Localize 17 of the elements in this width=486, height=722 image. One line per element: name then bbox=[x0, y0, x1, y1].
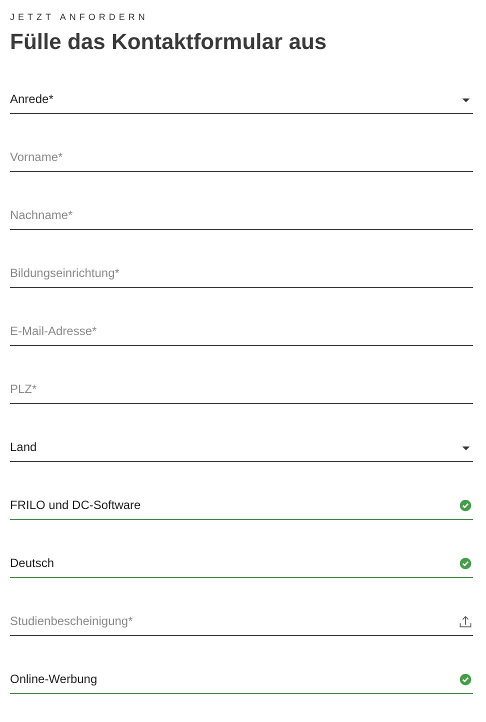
upload-icon bbox=[459, 615, 472, 628]
eyebrow-label: JETZT ANFORDERN bbox=[10, 11, 150, 22]
input-field[interactable]: PLZ* bbox=[10, 382, 473, 396]
check-icon bbox=[459, 499, 472, 512]
input-field[interactable]: Nachname* bbox=[10, 208, 473, 222]
select-field[interactable]: Anrede* bbox=[10, 56, 473, 114]
input-field[interactable]: Bildungseinrichtung* bbox=[10, 266, 473, 280]
input-field[interactable]: Online-Werbung bbox=[10, 672, 459, 686]
input-field[interactable]: Vorname* bbox=[10, 150, 473, 164]
check-icon bbox=[459, 557, 472, 570]
select-field[interactable]: Land bbox=[10, 404, 473, 462]
check-icon bbox=[459, 673, 472, 686]
input-field[interactable]: E-Mail-Adresse* bbox=[10, 324, 473, 338]
file-field[interactable]: Studienbescheinigung* bbox=[10, 614, 459, 628]
form-title: Fülle das Kontaktformular aus bbox=[10, 28, 328, 56]
input-field[interactable]: Deutsch bbox=[10, 556, 459, 570]
input-field[interactable]: FRILO und DC-Software bbox=[10, 498, 459, 512]
